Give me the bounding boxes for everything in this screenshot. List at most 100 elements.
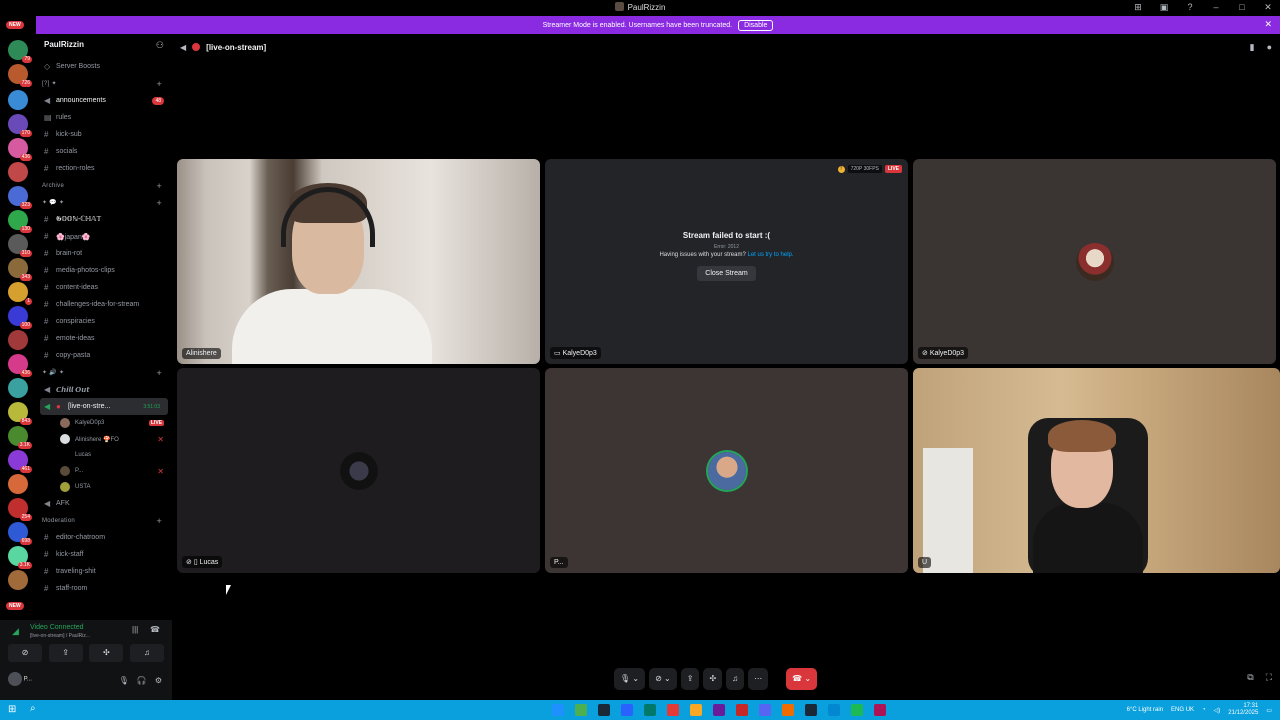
soundboard-button[interactable]: ♫	[726, 668, 745, 690]
server-icon[interactable]	[8, 330, 28, 350]
server-icon[interactable]: 843	[8, 402, 32, 425]
video-tile[interactable]: ⊘ ▯ Lucas	[177, 368, 540, 573]
disconnect-icon[interactable]: ☎	[150, 625, 160, 634]
voice-user[interactable]: Alinishere 🍄FO ✕	[36, 431, 172, 447]
minimize-button[interactable]: –	[1210, 2, 1222, 13]
video-tile[interactable]: U	[913, 368, 1280, 573]
edge-icon[interactable]	[552, 704, 564, 716]
category-header[interactable]: Archive +	[36, 177, 172, 194]
voice-live-on-stream[interactable]: ◀ ● [live-on-stre... 3:51:03	[40, 398, 168, 415]
server-icon[interactable]: 436	[8, 354, 32, 377]
mic-toggle-button[interactable]: 🎙 ⌄	[614, 668, 646, 690]
server-icon[interactable]: 726	[8, 64, 32, 87]
stream-tile[interactable]: ! 720P 30FPS LIVE Stream failed to start…	[545, 159, 908, 364]
app-icon[interactable]	[644, 704, 656, 716]
app-icon[interactable]	[713, 704, 725, 716]
server-boosts[interactable]: ◇ Server Boosts	[36, 58, 172, 75]
soundboard-button[interactable]: ♫	[129, 644, 164, 662]
voice-user[interactable]: P... ✕	[36, 463, 172, 479]
obs-icon[interactable]	[736, 704, 748, 716]
screen-share-button[interactable]: ⇪	[48, 644, 83, 662]
add-user-icon[interactable]: ⚇	[156, 40, 164, 52]
channel-kick-staff[interactable]: # kick-staff	[36, 546, 172, 563]
server-icon[interactable]: 254	[8, 498, 32, 521]
server-icon[interactable]	[8, 378, 28, 398]
server-icon[interactable]: 130	[8, 210, 32, 233]
video-tile[interactable]: Alinishere	[177, 159, 540, 364]
help-link[interactable]: Let us try to help.	[748, 252, 794, 258]
search-icon[interactable]: ⌕	[30, 703, 36, 714]
category-header[interactable]: [?] ✦ +	[36, 75, 172, 92]
channel-media[interactable]: # media-photos-clips	[36, 262, 172, 279]
channel-emote-ideas[interactable]: # emote-ideas	[36, 330, 172, 347]
channel-brain-rot[interactable]: # brain-rot	[36, 245, 172, 262]
voice-user[interactable]: KalyeD0p3 LIVE	[36, 415, 172, 431]
category-header[interactable]: ✦ 💬 ✦ +	[36, 194, 172, 211]
noise-suppression-icon[interactable]: |||	[132, 625, 138, 634]
maximize-button[interactable]: □	[1236, 2, 1248, 13]
add-channel-icon[interactable]: +	[156, 198, 162, 208]
folder-icon[interactable]	[690, 704, 702, 716]
chat-icon[interactable]: ●	[1267, 42, 1272, 53]
server-icon[interactable]: 3.1K	[8, 546, 32, 569]
share-screen-button[interactable]: ⇪	[680, 668, 700, 690]
server-icon[interactable]	[8, 570, 28, 590]
server-icon[interactable]: 461	[8, 450, 32, 473]
channel-japan[interactable]: # 🌸japan🌸	[36, 228, 172, 245]
add-channel-icon[interactable]: +	[156, 368, 162, 378]
channel-copy-pasta[interactable]: # copy-pasta	[36, 347, 172, 364]
channel-rules[interactable]: ▤ rules	[36, 109, 172, 126]
server-icon[interactable]: 323	[8, 186, 32, 209]
voice-user[interactable]: USTA	[36, 479, 172, 495]
voice-afk[interactable]: ◀ AFK	[36, 495, 172, 512]
bookmark-icon[interactable]: ▮	[1250, 42, 1255, 53]
server-icon[interactable]: 698	[8, 522, 32, 545]
server-icon[interactable]: 170	[8, 114, 32, 137]
start-icon[interactable]: ⊞	[8, 704, 16, 715]
server-icon[interactable]: 79	[8, 40, 32, 63]
category-header[interactable]: ✦ 🔊 ✦ +	[36, 364, 172, 381]
channel-challenges[interactable]: # challenges-idea-for-stream	[36, 296, 172, 313]
voice-chill-out[interactable]: ◀ 𝘾𝙝𝙞𝙡𝙡 𝙊𝙪𝙩	[36, 381, 172, 398]
channel-goon-chat[interactable]: # 𝕲𝕆𝕆ℕ-ℂℍ𝔸𝕋	[36, 211, 172, 228]
help-icon[interactable]: ?	[1184, 2, 1196, 13]
notification-icon[interactable]: ▭	[1266, 707, 1272, 714]
gear-icon[interactable]: ⚙	[155, 676, 162, 685]
inbox-icon[interactable]: ▣	[1158, 2, 1170, 13]
channel-rection-roles[interactable]: # rection-roles	[36, 160, 172, 177]
server-icon[interactable]: 436	[8, 138, 32, 161]
video-tile[interactable]: P...	[545, 368, 908, 573]
activities-button[interactable]: ✣	[89, 644, 124, 662]
mic-icon[interactable]: 🎙	[119, 676, 129, 685]
add-channel-icon[interactable]: +	[156, 181, 162, 191]
server-header[interactable]: PaulRizzin ⚇	[36, 34, 172, 58]
channel-editor-chatroom[interactable]: # editor-chatroom	[36, 529, 172, 546]
headphones-icon[interactable]: 🎧	[137, 676, 147, 685]
channel-socials[interactable]: # socials	[36, 143, 172, 160]
activities-button[interactable]: ✣	[703, 668, 723, 690]
camera-off-button[interactable]: ⊘	[8, 644, 42, 662]
channel-traveling[interactable]: # traveling-shit	[36, 563, 172, 580]
server-icon[interactable]: 1	[8, 282, 32, 305]
channel-staff-room[interactable]: # staff-room	[36, 580, 172, 597]
spotify-icon[interactable]	[851, 704, 863, 716]
category-header[interactable]: Moderation +	[36, 512, 172, 529]
add-channel-icon[interactable]: +	[156, 516, 162, 526]
leave-call-button[interactable]: ☎ ⌄	[786, 668, 818, 690]
app-icon[interactable]	[828, 704, 840, 716]
wifi-icon[interactable]: ◔	[1202, 707, 1206, 713]
clock[interactable]: 17:31 21/12/2025	[1228, 703, 1258, 717]
more-options-button[interactable]: ⋯	[748, 668, 769, 690]
camera-toggle-button[interactable]: ⊘ ⌄	[649, 668, 677, 690]
app-icon[interactable]	[782, 704, 794, 716]
add-channel-icon[interactable]: +	[156, 79, 162, 89]
steam-icon[interactable]	[598, 704, 610, 716]
channel-announcements[interactable]: ◀ announcements 48	[36, 92, 172, 109]
close-stream-button[interactable]: Close Stream	[697, 266, 756, 281]
video-tile[interactable]: ⊘ KalyeD0p3	[913, 159, 1276, 364]
channel-content-ideas[interactable]: # content-ideas	[36, 279, 172, 296]
popout-icon[interactable]: ⧉	[1247, 672, 1253, 683]
channel-conspiracies[interactable]: # conspiracies	[36, 313, 172, 330]
disable-streamer-mode-button[interactable]: Disable	[738, 19, 774, 31]
server-icon[interactable]: 100	[8, 306, 32, 329]
